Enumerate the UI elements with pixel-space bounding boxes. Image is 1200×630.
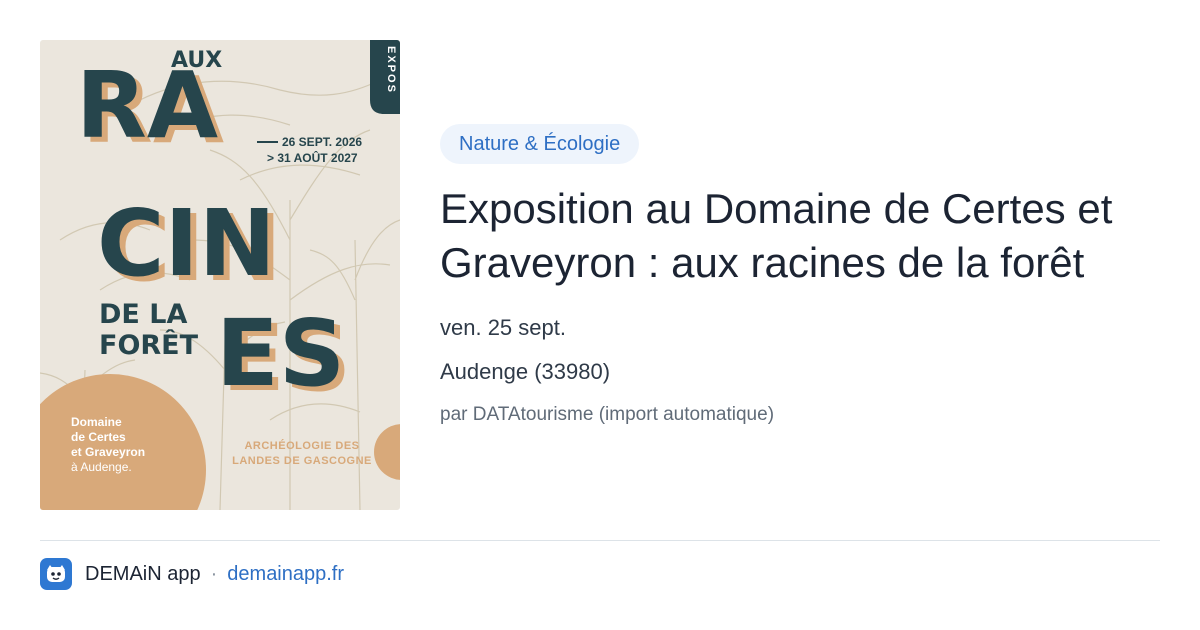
footer: DEMAiN app · demainapp.fr — [40, 558, 344, 590]
poster-title-es: ES — [216, 300, 345, 407]
poster-title-cin: CIN — [97, 190, 276, 297]
poster-venue-line-3: et Graveyron — [71, 445, 145, 459]
poster-venue-line-4: à Audenge. — [71, 460, 132, 474]
footer-separator: · — [210, 562, 218, 585]
poster-title-foret: FORÊT — [99, 329, 199, 361]
poster-date-start: 26 SEPT. 2026 — [282, 135, 362, 149]
event-title: Exposition au Domaine de Certes et Grave… — [440, 185, 1113, 286]
poster-date-end: > 31 AOÛT 2027 — [267, 150, 358, 165]
poster-title-ra: RA — [76, 52, 218, 159]
app-website-link[interactable]: demainapp.fr — [227, 563, 344, 586]
poster-venue-line-2: de Certes — [71, 430, 126, 444]
category-tag[interactable]: Nature & Écologie — [440, 124, 640, 164]
poster-title-de-la: DE LA — [99, 299, 187, 330]
poster-badge-text: EXPOS — [385, 46, 397, 94]
app-name: DEMAiN app — [85, 562, 201, 585]
poster-subtitle-line-1: ARCHÉOLOGIE DES — [244, 439, 359, 452]
demain-app-logo-icon — [40, 558, 72, 590]
poster-subtitle-line-2: LANDES DE GASCOGNE — [232, 455, 372, 467]
footer-divider — [40, 540, 1160, 541]
event-location: Audenge (33980) — [440, 359, 611, 384]
event-date: ven. 25 sept. — [440, 315, 566, 340]
event-source: par DATAtourisme (import automatique) — [440, 404, 775, 425]
event-poster-image: EXPOS AUX RA RA CIN CIN ES ES DE LA FORÊ… — [40, 40, 400, 510]
poster-venue-line-1: Domaine — [71, 415, 122, 429]
